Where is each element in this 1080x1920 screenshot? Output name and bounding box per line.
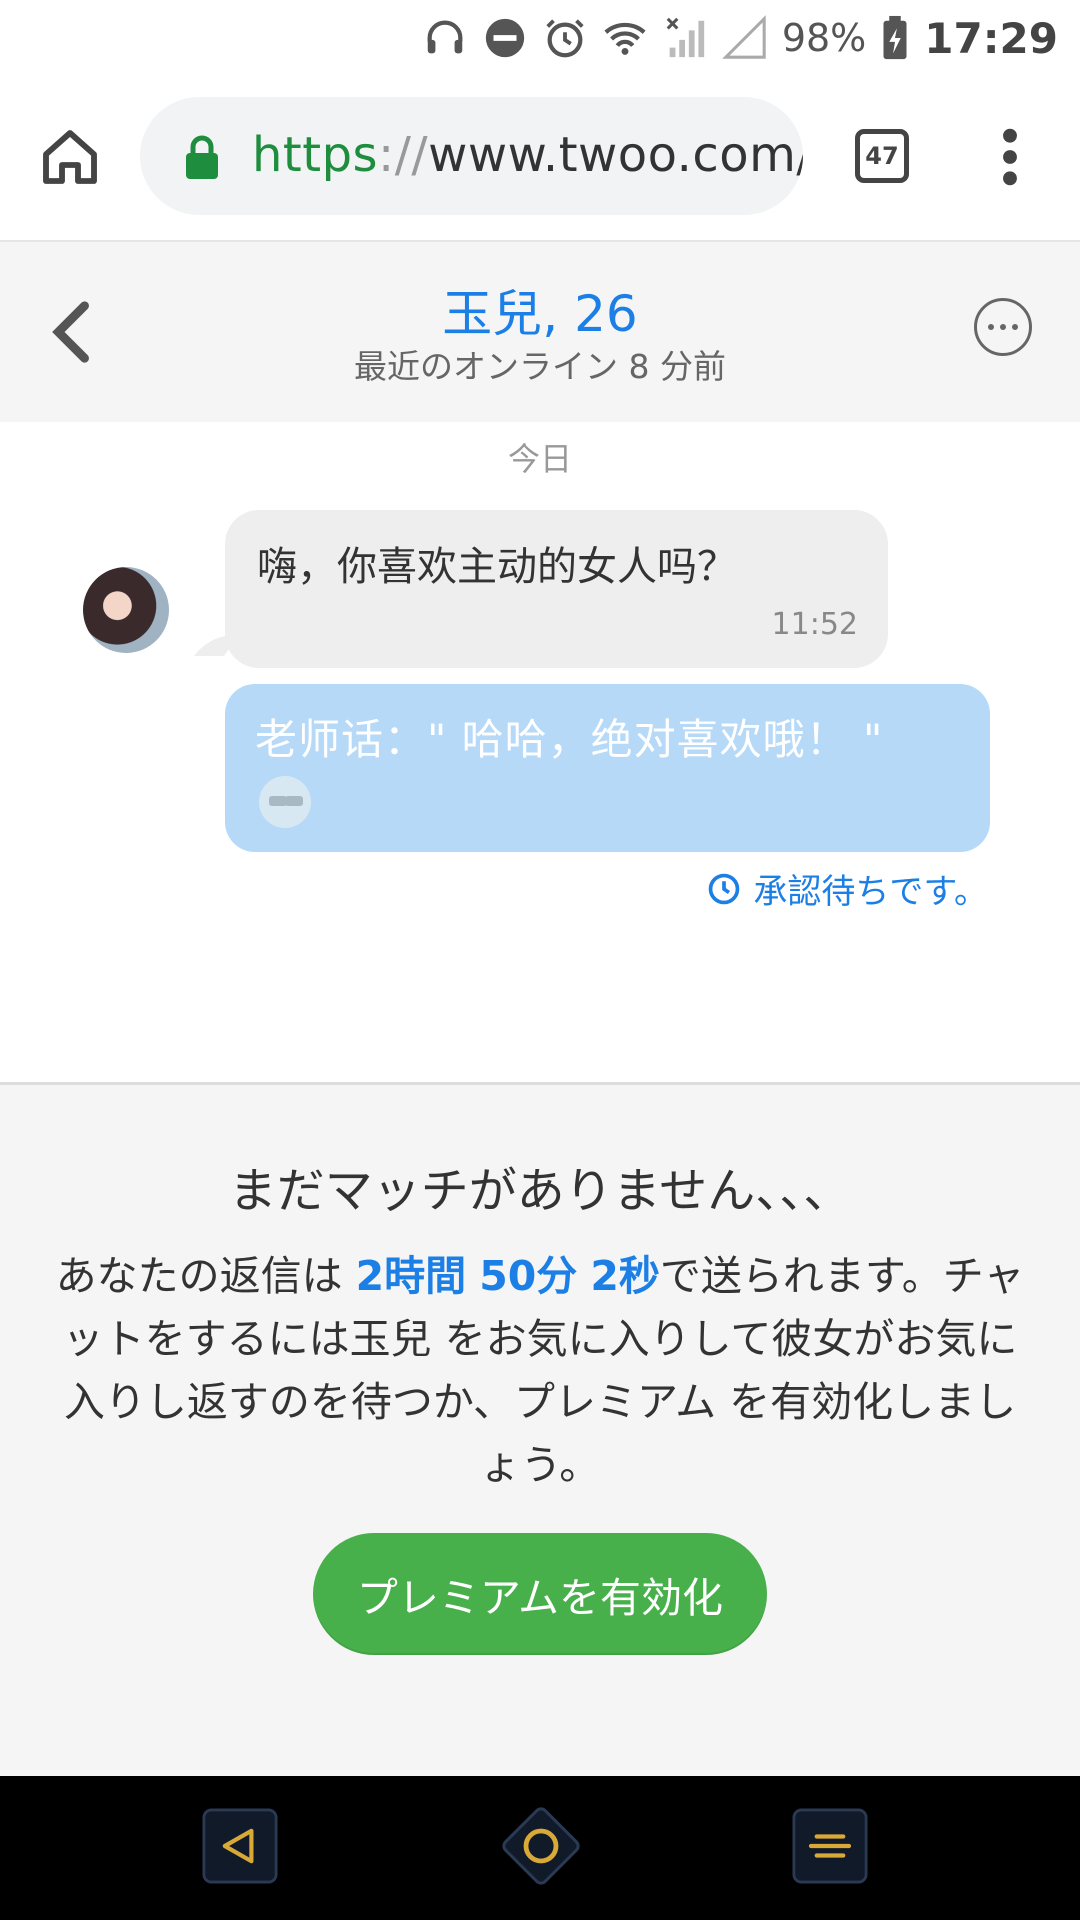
- chat-header: 玉兒, 26 最近のオンライン 8 分前: [0, 242, 1080, 422]
- nav-home-icon[interactable]: [493, 1798, 589, 1894]
- battery-charging-icon: [883, 15, 907, 60]
- url-scheme: https: [252, 127, 379, 183]
- incoming-message-text: 嗨，你喜欢主动的女人吗？: [257, 544, 737, 590]
- tabs-icon[interactable]: 47: [855, 129, 909, 183]
- pending-approval-status: 承認待ちです。: [707, 864, 988, 913]
- lock-icon: [186, 135, 218, 179]
- activate-premium-button[interactable]: プレミアムを有効化: [313, 1533, 767, 1655]
- clock-time: 17:29: [924, 13, 1058, 63]
- address-bar[interactable]: https://www.twoo.com/r: [140, 97, 803, 215]
- panel-title: まだマッチがありません、、、: [228, 1163, 852, 1219]
- alarm-icon: [546, 19, 584, 58]
- signal-empty-icon: [721, 15, 766, 59]
- avatar[interactable]: [83, 567, 169, 653]
- status-bar: 98% 17:29: [0, 0, 1080, 75]
- date-divider: 今日: [507, 440, 572, 478]
- outgoing-message-text: 老师话：" 哈哈，绝对喜欢哦！ ": [255, 715, 884, 764]
- panel-description: あなたの返信は 2時間 50分 2秒で送られます。チャットをするには玉兒 をお気…: [50, 1245, 1030, 1497]
- clock-icon: [709, 873, 740, 904]
- tab-count: 47: [865, 142, 899, 170]
- no-match-panel: まだマッチがありません、、、 あなたの返信は 2時間 50分 2秒で送られます。…: [0, 1082, 1080, 1776]
- countdown-minutes: 50分: [479, 1252, 578, 1300]
- browser-toolbar: https://www.twoo.com/r 47: [0, 75, 1080, 242]
- battery-percent: 98%: [781, 16, 867, 60]
- url-host-path: www.twoo.com/r: [428, 127, 803, 183]
- home-icon[interactable]: [38, 125, 102, 189]
- outgoing-message: 老师话：" 哈哈，绝对喜欢哦！ ": [225, 684, 990, 852]
- incoming-message: 嗨，你喜欢主动的女人吗？ 11:52: [193, 510, 888, 668]
- wifi-icon: [604, 22, 646, 55]
- nav-recents-icon[interactable]: [792, 1808, 868, 1884]
- last-online-status: 最近のオンライン 8 分前: [354, 347, 726, 386]
- countdown-hours: 2時間: [355, 1252, 467, 1300]
- signal-icon: [666, 17, 704, 58]
- contact-name[interactable]: 玉兒, 26: [0, 274, 1080, 346]
- bubble-tail: [193, 636, 239, 656]
- countdown-seconds: 2秒: [590, 1252, 660, 1300]
- headphones-icon: [427, 20, 463, 54]
- url-separator: ://: [378, 127, 429, 183]
- chat-messages[interactable]: 今日 嗨，你喜欢主动的女人吗？ 11:52 老师话：" 哈哈，绝对喜欢哦！ " …: [0, 422, 1080, 1082]
- incoming-message-time: 11:52: [771, 607, 858, 642]
- url-text: https://www.twoo.com/r: [252, 127, 803, 183]
- body-prefix: あなたの返信は: [55, 1252, 356, 1300]
- do-not-disturb-icon: [485, 18, 524, 58]
- overflow-menu-icon[interactable]: [990, 125, 1030, 189]
- nav-back-icon[interactable]: [202, 1808, 278, 1884]
- more-options-icon[interactable]: [974, 298, 1032, 356]
- pending-label: 承認待ちです。: [753, 872, 988, 912]
- system-nav-bar: [0, 1776, 1080, 1920]
- status-icons: 98% 17:29: [422, 8, 1058, 68]
- sunglasses-emoji-icon: [259, 776, 311, 828]
